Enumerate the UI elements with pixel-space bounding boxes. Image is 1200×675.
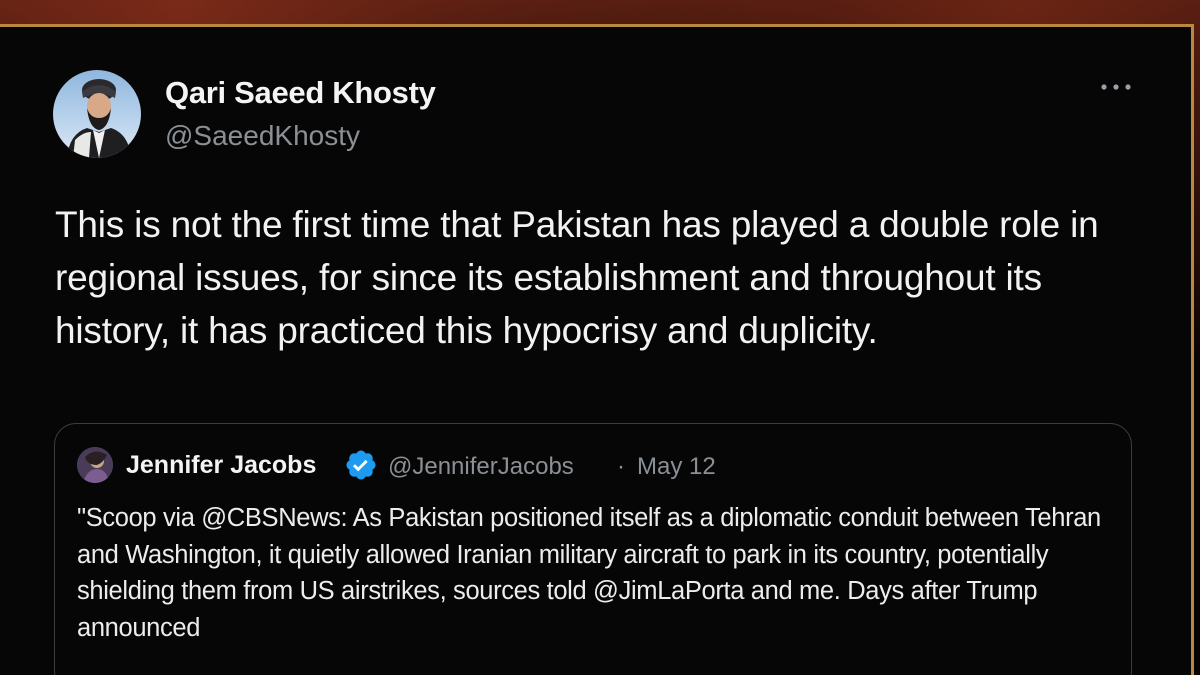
quoted-author-avatar[interactable] [77,447,113,483]
more-horizontal-icon[interactable] [1096,75,1136,99]
quoted-tweet[interactable]: Jennifer Jacobs @JenniferJacobs · May 12… [54,423,1132,675]
author-name[interactable]: Qari Saeed Khosty [165,75,436,111]
author-avatar[interactable] [53,70,141,158]
author-avatar-image [67,79,131,158]
quoted-author-name[interactable]: Jennifer Jacobs [126,451,316,480]
meta-separator: · [617,453,625,480]
quoted-tweet-date[interactable]: May 12 [637,453,716,481]
verified-badge-icon [344,448,378,482]
quoted-author-avatar-image [77,447,113,483]
tweet-card: Qari Saeed Khosty @SaeedKhosty This is n… [0,24,1194,675]
author-handle[interactable]: @SaeedKhosty [165,120,360,152]
tweet-text: This is not the first time that Pakistan… [55,204,1099,351]
quoted-author-handle[interactable]: @JenniferJacobs [388,453,574,481]
quoted-tweet-text: "Scoop via @CBSNews: As Pakistan positio… [77,504,1101,642]
